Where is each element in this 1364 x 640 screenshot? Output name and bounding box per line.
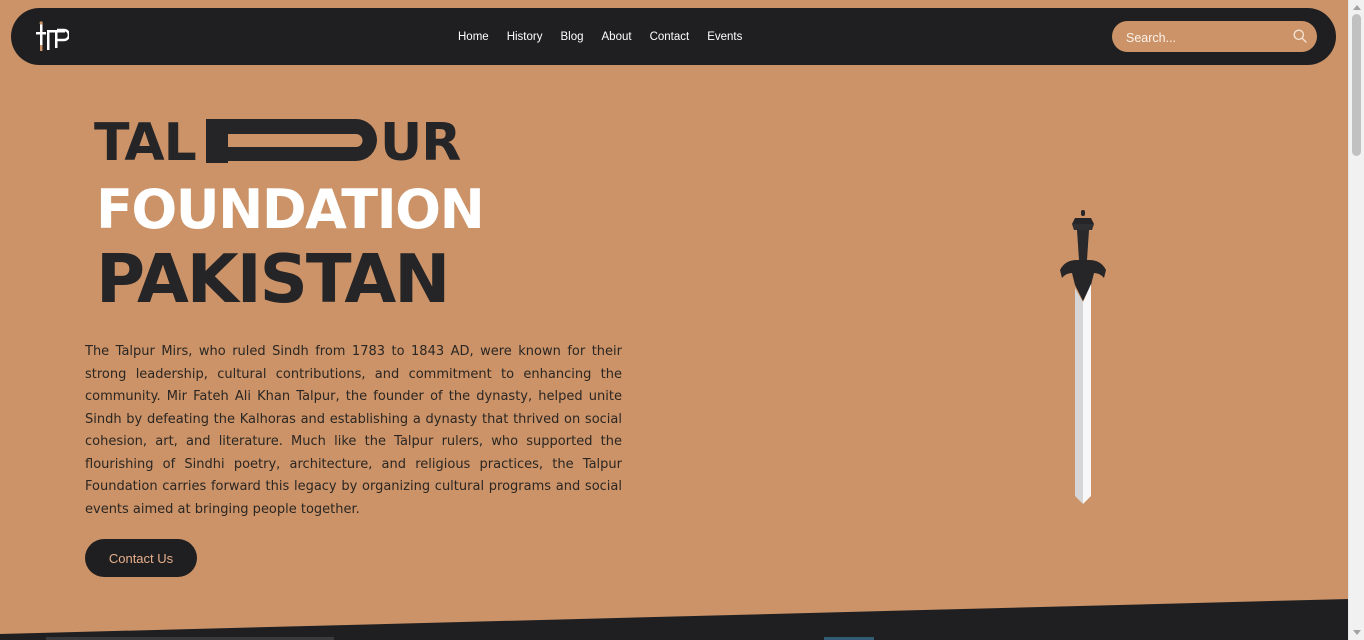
- title-pakistan: PAKISTAN: [96, 240, 450, 318]
- scrollbar-thumb[interactable]: [1352, 14, 1361, 156]
- search-box: [1112, 21, 1317, 54]
- hero-title: TAL UR FOUNDATION PAKISTAN: [94, 113, 485, 313]
- title-foundation: FOUNDATION: [96, 178, 485, 241]
- nav-link-home[interactable]: Home: [449, 31, 498, 43]
- search-input[interactable]: [1124, 21, 1288, 54]
- nav-link-blog[interactable]: Blog: [551, 31, 592, 43]
- title-talpur-right: UR: [380, 113, 461, 173]
- title-talpur-left: TAL: [94, 113, 197, 173]
- tfp-monogram-logo-icon: [36, 21, 71, 51]
- title-p-glyph-icon: [206, 119, 377, 163]
- navbar: Home History Blog About Contact Events: [11, 8, 1336, 65]
- scroll-up-arrow-icon[interactable]: [1353, 5, 1361, 10]
- vertical-scrollbar[interactable]: [1348, 0, 1364, 640]
- intro-paragraph: The Talpur Mirs, who ruled Sindh from 17…: [85, 344, 622, 517]
- home-logo-link[interactable]: [35, 20, 71, 54]
- bottom-section-divider: [0, 599, 1349, 640]
- scroll-down-arrow-icon[interactable]: [1353, 630, 1361, 635]
- nav-link-events[interactable]: Events: [698, 31, 751, 43]
- contact-us-button[interactable]: Contact Us: [85, 539, 197, 577]
- nav-link-contact[interactable]: Contact: [641, 31, 699, 43]
- title-line-talpur: TAL UR: [94, 113, 474, 169]
- page: Home History Blog About Contact Events T…: [0, 0, 1349, 640]
- nav-link-history[interactable]: History: [498, 31, 552, 43]
- search-icon[interactable]: [1293, 29, 1307, 43]
- nav-link-about[interactable]: About: [593, 31, 641, 43]
- sword-icon: [1060, 210, 1106, 504]
- nav-links: Home History Blog About Contact Events: [449, 8, 751, 65]
